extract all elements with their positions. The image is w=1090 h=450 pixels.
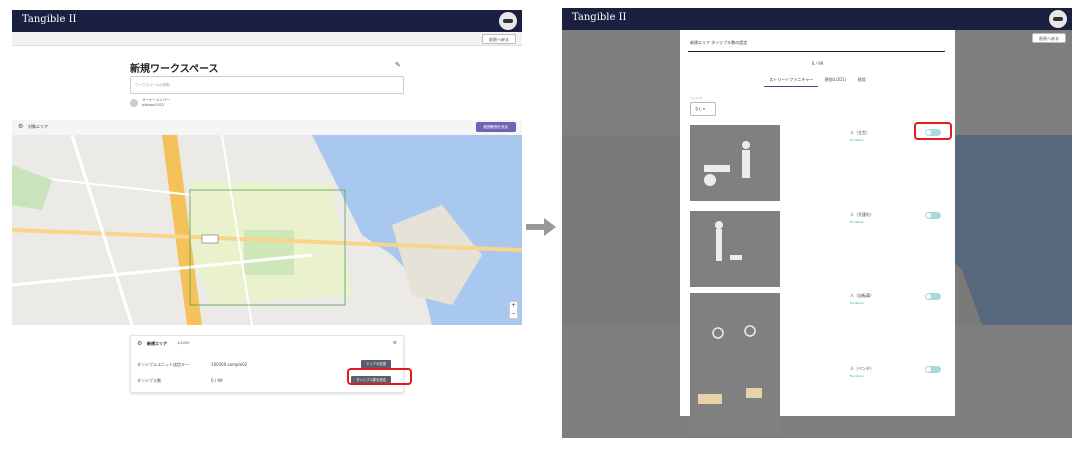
app-title: Tangible II xyxy=(22,14,77,25)
category-tabs: ストリートファニチャー 建物(LOD1) 植栽 xyxy=(680,77,955,87)
item-category: Furniture xyxy=(850,220,864,224)
workspace-description-input[interactable]: ワークスペースの説明 xyxy=(130,76,404,94)
item-name: 人（自転車） xyxy=(850,293,874,298)
edit-pencil-icon[interactable]: ✎ xyxy=(395,61,401,69)
unit-key-label: タンジブルユニット送信キー xyxy=(137,362,189,367)
filter-select[interactable]: なし ▾ xyxy=(690,102,716,116)
unit-key-value: 100300.sample02 xyxy=(211,362,248,367)
area-icon: ⚙ xyxy=(137,340,143,347)
arrow-right-icon xyxy=(526,218,556,236)
settings-icon: ⚙ xyxy=(18,123,24,130)
tab-buildings[interactable]: 建物(LOD1) xyxy=(819,77,851,86)
workspace-title: 新規ワークスペース xyxy=(130,64,219,75)
app-header-right: Tangible II xyxy=(562,8,1072,30)
zoom-controls[interactable]: + − xyxy=(509,301,518,319)
item-category: Furniture xyxy=(850,301,864,305)
owner-name: platoon2023 xyxy=(142,103,165,107)
back-button[interactable]: 前頁へ戻る xyxy=(1032,33,1066,43)
item-thumbnail xyxy=(690,211,780,287)
area-section-label: 対象エリア xyxy=(28,124,48,129)
person-with-dog-image xyxy=(715,221,742,261)
user-avatar-icon[interactable] xyxy=(1049,10,1067,28)
item-name: 人（ベンチ） xyxy=(850,366,874,371)
item-thumbnail xyxy=(690,366,780,438)
app-header: Tangible II xyxy=(12,10,522,32)
item-category: Furniture xyxy=(850,138,864,142)
map-view[interactable]: + − xyxy=(12,135,522,325)
filter-label: フィルタ xyxy=(690,96,702,100)
app-title-right: Tangible II xyxy=(572,12,627,23)
item-name: 人（立生） xyxy=(850,130,870,135)
add-area-button[interactable]: 範囲範囲を追加 xyxy=(475,122,516,132)
menu-icon[interactable]: ≡ xyxy=(393,340,397,346)
left-screen: Tangible II 前頁へ戻る 新規ワークスペース ✎ ワークスペースの説明… xyxy=(12,10,522,440)
right-screen: Tangible II 前頁へ戻る 新規エリア タンジブル数の設定 0 / 99… xyxy=(562,8,1072,438)
bicycle-image xyxy=(712,325,756,339)
filter-value: なし xyxy=(695,107,702,111)
tangible-settings-modal: 新規エリア タンジブル数の設定 0 / 99 ストリートファニチャー 建物(LO… xyxy=(680,30,955,438)
tangible-count-value: 0 / 99 xyxy=(211,378,223,383)
item-category: Furniture xyxy=(850,374,864,378)
tangible-counter: 0 / 99 xyxy=(811,61,824,66)
item-toggle[interactable] xyxy=(925,366,941,373)
highlight-box xyxy=(347,368,412,385)
item-toggle[interactable] xyxy=(925,293,941,300)
area-name: 新規エリア xyxy=(147,341,167,346)
modal-title: 新規エリア タンジブル数の設定 xyxy=(690,40,748,45)
back-button[interactable]: 前頁へ戻る xyxy=(482,34,516,44)
area-scale: 1/2000 xyxy=(177,341,190,345)
map-graphic xyxy=(12,135,522,325)
item-name: 人（犬連れ） xyxy=(850,212,874,217)
highlight-box xyxy=(914,122,952,140)
tab-planting[interactable]: 植栽 xyxy=(853,77,871,86)
user-avatar-icon[interactable] xyxy=(499,12,517,30)
people-standing-image xyxy=(704,141,750,186)
divider xyxy=(688,51,945,52)
item-thumbnail xyxy=(690,125,780,201)
bench-image xyxy=(698,388,762,404)
tab-street-furniture[interactable]: ストリートファニチャー xyxy=(764,77,819,87)
area-section-bar: ⚙ 対象エリア 範囲範囲を追加 xyxy=(12,120,522,135)
sub-header: 前頁へ戻る xyxy=(12,32,522,46)
tangible-count-label: タンジブル数 xyxy=(137,378,161,383)
item-toggle[interactable] xyxy=(925,212,941,219)
item-thumbnail xyxy=(690,293,780,369)
owner-avatar-icon xyxy=(130,99,138,107)
